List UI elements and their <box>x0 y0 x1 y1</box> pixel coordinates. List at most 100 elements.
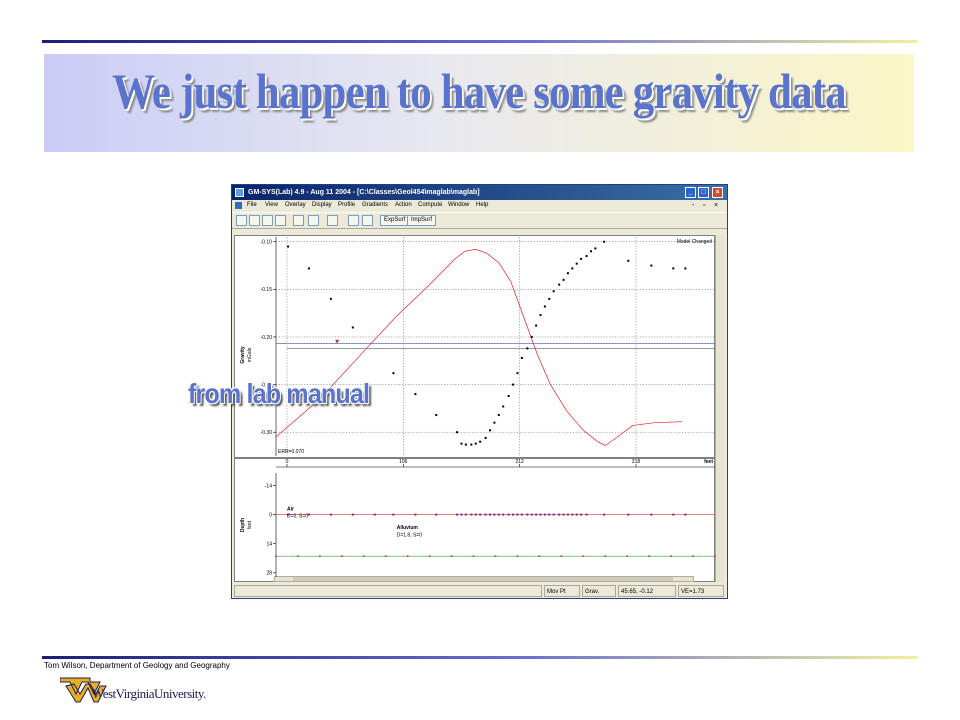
status-ve: VE=1.73 <box>678 585 724 597</box>
layer-air-params: D=0, S=0 <box>287 514 308 520</box>
base-vertex-marker <box>363 555 365 557</box>
observed-gravity-point <box>329 297 332 300</box>
base-vertex-marker <box>450 555 453 557</box>
observed-gravity-point <box>672 267 675 270</box>
station-marker <box>456 513 459 516</box>
depth-axis-unit: feet <box>247 520 253 529</box>
observed-gravity-point <box>535 324 538 327</box>
observed-gravity-point <box>307 267 310 270</box>
observed-gravity-point <box>470 443 473 446</box>
depth-axis-label: Depth <box>240 518 246 532</box>
observed-gravity-point <box>539 314 542 317</box>
observed-gravity-point <box>548 297 551 300</box>
station-marker <box>535 513 538 516</box>
observed-gravity-point <box>650 264 653 267</box>
station-marker <box>493 513 496 516</box>
station-marker <box>566 513 569 516</box>
gravity-y-tick-label: -0.30 <box>261 430 273 436</box>
observed-gravity-point <box>414 393 417 396</box>
slide-title: We just happen to have some gravity data <box>112 63 847 119</box>
base-vertex-marker <box>428 555 431 557</box>
observed-gravity-point <box>627 259 630 262</box>
station-marker <box>603 513 606 516</box>
station-marker <box>650 513 653 516</box>
bottom-rule <box>42 656 918 659</box>
observed-gravity-point <box>530 335 533 338</box>
observed-gravity-point <box>562 278 565 281</box>
observed-gravity-point <box>484 436 487 439</box>
observed-gravity-point <box>589 250 592 253</box>
station-marker <box>548 513 551 516</box>
top-rule <box>42 40 918 43</box>
observed-gravity-point <box>575 262 578 265</box>
observed-gravity-point <box>479 440 482 443</box>
base-vertex-marker <box>494 555 497 557</box>
base-vertex-marker <box>604 555 607 557</box>
station-marker <box>470 513 473 516</box>
base-vertex-marker <box>714 555 716 557</box>
gravity-axis-unit: mGals <box>247 347 253 362</box>
base-vertex-marker <box>582 555 585 557</box>
observed-gravity-point <box>526 347 529 350</box>
distance-tick-label: 212 <box>515 459 524 465</box>
station-marker <box>539 513 542 516</box>
observed-gravity-point <box>507 395 510 398</box>
station-marker <box>526 513 529 516</box>
depth-y-tick-label: -14 <box>265 483 272 489</box>
gravity-y-tick-label: -0.10 <box>261 240 273 246</box>
station-marker <box>672 513 675 516</box>
base-vertex-marker <box>538 555 541 557</box>
observed-gravity-point <box>460 442 463 445</box>
model-changed-label: Model Changed <box>677 239 713 245</box>
station-marker <box>543 513 546 516</box>
observed-gravity-point <box>571 267 574 270</box>
station-marker <box>474 513 477 516</box>
observed-gravity-point <box>435 414 438 417</box>
station-marker <box>627 513 630 516</box>
observed-gravity-point <box>516 372 519 375</box>
station-marker <box>575 513 578 516</box>
observed-gravity-point <box>456 431 459 434</box>
station-marker <box>512 513 515 516</box>
distance-unit-label: feet <box>704 459 713 465</box>
distance-tick-label: 318 <box>632 459 641 465</box>
layer-alluvium-name: Alluvium <box>397 525 419 531</box>
station-marker <box>373 513 376 516</box>
base-vertex-marker <box>406 555 409 557</box>
calculated-gravity-curve <box>275 249 683 446</box>
station-marker <box>558 513 561 516</box>
depth-y-tick-label: 14 <box>266 542 272 548</box>
base-vertex-marker <box>319 555 321 557</box>
status-empty <box>234 585 542 597</box>
observed-gravity-point <box>493 421 496 424</box>
observed-gravity-point <box>392 372 395 375</box>
station-marker <box>562 513 565 516</box>
base-vertex-marker <box>341 555 343 557</box>
observed-gravity-point <box>489 429 492 432</box>
base-vertex-marker <box>560 555 563 557</box>
observed-gravity-point <box>558 283 561 286</box>
station-marker <box>414 513 417 516</box>
station-marker <box>507 513 510 516</box>
station-marker <box>435 513 438 516</box>
base-vertex-marker <box>692 555 694 557</box>
status-bar: Mov Pt Grav. 45.65, -0.12 VE=1.73 <box>232 584 727 598</box>
depth-y-tick-label: 28 <box>266 571 272 577</box>
gravity-y-tick-label: -0.15 <box>261 287 273 293</box>
station-marker <box>307 513 310 516</box>
footer-author: Tom Wilson, Department of Geology and Ge… <box>44 661 230 670</box>
station-marker <box>460 513 463 516</box>
observed-gravity-point <box>684 267 687 270</box>
error-label: ERR=0.070 <box>278 449 304 455</box>
base-vertex-marker <box>472 555 475 557</box>
observed-gravity-point <box>287 245 290 248</box>
depth-y-tick-label: 0 <box>269 512 272 518</box>
base-vertex-marker <box>648 555 650 557</box>
layer-alluvium-params: D=1.8, S=0 <box>397 532 423 538</box>
station-marker <box>520 513 523 516</box>
gravity-y-tick-label: -0.20 <box>261 335 273 341</box>
observed-gravity-point <box>497 414 500 417</box>
observed-gravity-point <box>603 240 606 243</box>
observed-gravity-point <box>543 305 546 308</box>
distance-tick-label: 0 <box>286 459 289 465</box>
